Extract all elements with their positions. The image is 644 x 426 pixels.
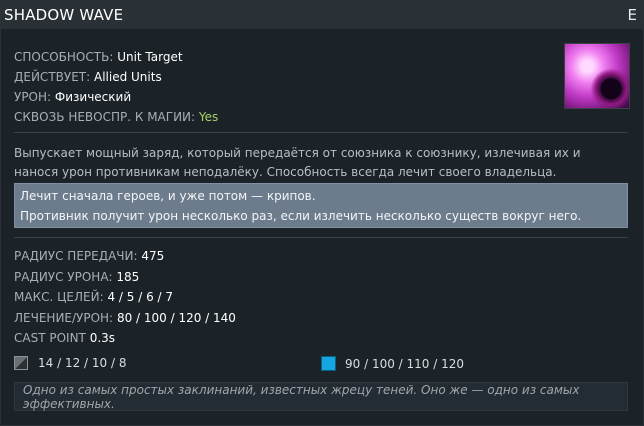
value-label: РАДИУС ПЕРЕДАЧИ: bbox=[14, 249, 138, 263]
cooldown-cost: 14 / 12 / 10 / 8 bbox=[14, 356, 126, 370]
value-number: 80 / 100 / 120 / 140 bbox=[116, 310, 236, 325]
mana-icon bbox=[321, 356, 336, 371]
shadow-wave-ability-icon bbox=[564, 43, 630, 109]
property-value: Unit Target bbox=[117, 50, 183, 64]
value-number: 0.3s bbox=[89, 331, 116, 345]
property-label: СПОСОБНОСТЬ: bbox=[14, 50, 114, 64]
ability-title: SHADOW WAVE bbox=[4, 6, 124, 24]
value-label: ЛЕЧЕНИЕ/УРОН: bbox=[14, 310, 114, 325]
cooldown-value: 14 / 12 / 10 / 8 bbox=[38, 356, 127, 370]
value-number: 475 bbox=[141, 249, 165, 263]
ability-description: Выпускает мощный заряд, который передаёт… bbox=[14, 146, 581, 179]
mana-cost: 90 / 100 / 110 / 120 bbox=[321, 356, 464, 371]
note-line: Лечит сначала героев, и уже потом — крип… bbox=[20, 189, 316, 203]
property-row: ДЕЙСТВУЕТ: Allied Units bbox=[14, 67, 218, 87]
property-label: ДЕЙСТВУЕТ: bbox=[14, 70, 91, 84]
property-value: Физический bbox=[54, 90, 132, 104]
property-row: СПОСОБНОСТЬ: Unit Target bbox=[14, 47, 218, 67]
property-value: Yes bbox=[198, 110, 219, 124]
mana-value: 90 / 100 / 110 / 120 bbox=[345, 356, 464, 371]
value-row: МАКС. ЦЕЛЕЙ: 4 / 5 / 6 / 7 bbox=[14, 287, 236, 308]
property-value: Allied Units bbox=[93, 70, 162, 84]
property-label: СКВОЗЬ НЕВОСПР. К МАГИИ: bbox=[14, 110, 196, 124]
cooldown-icon bbox=[14, 356, 28, 370]
property-label: УРОН: bbox=[14, 90, 52, 104]
value-number: 4 / 5 / 6 / 7 bbox=[107, 290, 174, 304]
ability-tooltip: SHADOW WAVE E СПОСОБНОСТЬ: Unit Target Д… bbox=[0, 0, 644, 426]
value-row: РАДИУС УРОНА: 185 bbox=[14, 267, 236, 288]
divider bbox=[14, 237, 628, 238]
value-row: CAST POINT 0.3s bbox=[14, 328, 236, 349]
value-label: CAST POINT bbox=[14, 331, 86, 345]
divider bbox=[14, 132, 628, 133]
value-row: РАДИУС ПЕРЕДАЧИ: 475 bbox=[14, 246, 236, 267]
ability-notes: Лечит сначала героев, и уже потом — крип… bbox=[14, 183, 628, 228]
value-number: 185 bbox=[116, 269, 140, 284]
lore-text: Одно из самых простых заклинаний, извест… bbox=[23, 382, 580, 411]
ability-properties: СПОСОБНОСТЬ: Unit Target ДЕЙСТВУЕТ: Alli… bbox=[14, 47, 218, 127]
tooltip-header: SHADOW WAVE E bbox=[1, 1, 643, 29]
ability-lore: Одно из самых простых заклинаний, извест… bbox=[14, 382, 628, 411]
ability-values: РАДИУС ПЕРЕДАЧИ: 475 РАДИУС УРОНА: 185 М… bbox=[14, 246, 236, 349]
property-row: УРОН: Физический bbox=[14, 87, 218, 107]
value-label: РАДИУС УРОНА: bbox=[14, 269, 113, 284]
ability-costs: 14 / 12 / 10 / 8 90 / 100 / 110 / 120 bbox=[14, 356, 628, 376]
value-label: МАКС. ЦЕЛЕЙ: bbox=[14, 290, 104, 304]
property-row: СКВОЗЬ НЕВОСПР. К МАГИИ: Yes bbox=[14, 107, 218, 127]
value-row: ЛЕЧЕНИЕ/УРОН: 80 / 100 / 120 / 140 bbox=[14, 308, 236, 329]
note-line: Противник получит урон несколько раз, ес… bbox=[20, 209, 582, 223]
ability-hotkey: E bbox=[627, 6, 637, 24]
